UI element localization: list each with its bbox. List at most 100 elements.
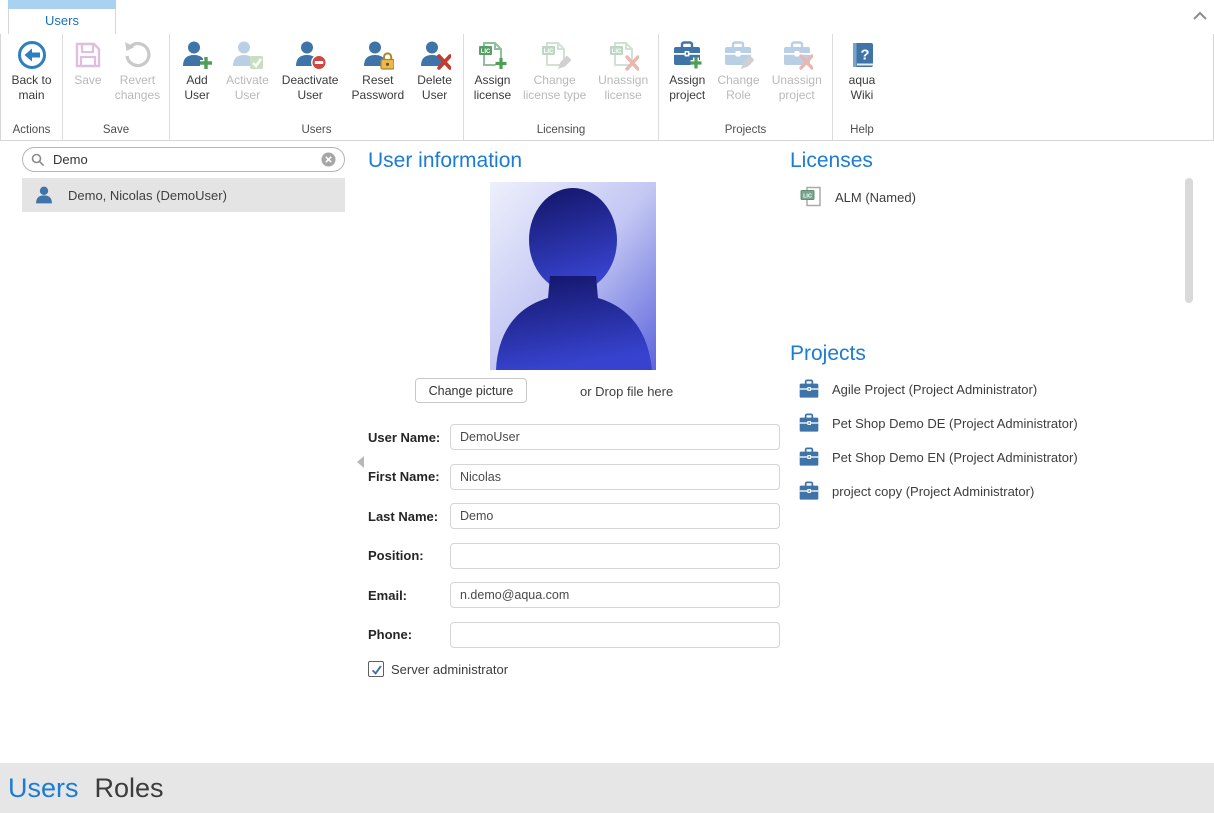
back-icon xyxy=(16,39,48,71)
group-label-users: Users xyxy=(170,124,463,140)
tab-users-label: Users xyxy=(9,9,115,33)
delete-user-button[interactable]: DeleteUser xyxy=(415,39,454,102)
bottom-tab-roles[interactable]: Roles xyxy=(95,773,164,804)
assign-license-icon: LIC xyxy=(476,39,508,71)
activate-user-button: ActivateUser xyxy=(224,39,271,102)
reset-password-button[interactable]: ResetPassword xyxy=(350,39,407,102)
svg-text:LIC: LIC xyxy=(803,193,812,199)
search-input[interactable] xyxy=(51,151,321,168)
projects-title: Projects xyxy=(790,342,866,366)
project-icon xyxy=(798,413,820,433)
user-list-item-label: Demo, Nicolas (DemoUser) xyxy=(68,188,227,203)
project-item-label: project copy (Project Administrator) xyxy=(832,484,1034,499)
group-label-actions: Actions xyxy=(1,124,62,140)
user-search-box xyxy=(22,147,345,172)
drop-file-hint: or Drop file here xyxy=(580,384,673,399)
user-information-title: User information xyxy=(368,149,522,173)
project-item-label: Pet Shop Demo DE (Project Administrator) xyxy=(832,416,1078,431)
email-label: Email: xyxy=(368,588,450,603)
project-item-label: Agile Project (Project Administrator) xyxy=(832,382,1037,397)
unassign-license-icon: LIC xyxy=(607,39,639,71)
last-name-label: Last Name: xyxy=(368,509,450,524)
position-label: Position: xyxy=(368,548,450,563)
ribbon-group-licensing: LIC Assignlicense LIC xyxy=(464,34,659,140)
aqua-wiki-icon: ? xyxy=(846,39,878,71)
change-role-icon xyxy=(722,39,754,71)
back-to-main-button[interactable]: Back tomain xyxy=(9,39,53,102)
save-button: Save xyxy=(70,39,106,88)
checkmark-icon xyxy=(370,663,383,676)
collapse-ribbon-icon[interactable] xyxy=(1193,11,1207,20)
project-item-label: Pet Shop Demo EN (Project Administrator) xyxy=(832,450,1078,465)
revert-changes-button: Revertchanges xyxy=(113,39,162,102)
delete-user-icon xyxy=(419,39,451,71)
group-label-projects: Projects xyxy=(659,124,832,140)
first-name-input[interactable] xyxy=(450,464,780,490)
assign-license-button[interactable]: LIC Assignlicense xyxy=(472,39,513,102)
license-list-item[interactable]: LIC ALM (Named) xyxy=(800,185,916,209)
add-user-button[interactable]: AddUser xyxy=(179,39,215,102)
first-name-label: First Name: xyxy=(368,469,450,484)
clear-search-icon[interactable] xyxy=(321,152,336,167)
project-icon xyxy=(798,481,820,501)
ribbon: Back tomain Actions Save xyxy=(0,33,1214,141)
ribbon-group-users: AddUser ActivateUser xyxy=(170,34,464,140)
deactivate-user-button[interactable]: DeactivateUser xyxy=(280,39,341,102)
ribbon-group-save: Save Revertchanges Save xyxy=(63,34,170,140)
assign-project-button[interactable]: Assignproject xyxy=(667,39,707,102)
license-icon: LIC xyxy=(800,185,822,209)
change-license-type-button: LIC Changelicense type xyxy=(521,39,588,102)
user-list-item[interactable]: Demo, Nicolas (DemoUser) xyxy=(22,178,345,212)
unassign-license-button: LIC Unassignlicense xyxy=(596,39,650,102)
change-role-button: ChangeRole xyxy=(715,39,761,102)
change-picture-button[interactable]: Change picture xyxy=(415,378,527,403)
position-input[interactable] xyxy=(450,543,780,569)
add-user-icon xyxy=(181,39,213,71)
project-list-item[interactable]: Pet Shop Demo EN (Project Administrator) xyxy=(798,447,1078,467)
revert-icon xyxy=(121,39,153,71)
svg-text:LIC: LIC xyxy=(612,49,622,55)
assign-project-icon xyxy=(671,39,703,71)
email-input[interactable] xyxy=(450,582,780,608)
group-label-licensing: Licensing xyxy=(464,124,658,140)
ribbon-group-projects: Assignproject ChangeRole xyxy=(659,34,833,140)
ribbon-tabstrip: Users xyxy=(0,0,1214,34)
svg-text:LIC: LIC xyxy=(543,49,553,55)
phone-label: Phone: xyxy=(368,627,450,642)
ribbon-group-actions: Back tomain Actions xyxy=(1,34,63,140)
project-list-item[interactable]: Pet Shop Demo DE (Project Administrator) xyxy=(798,413,1078,433)
ribbon-group-help: ? aquaWiki Help xyxy=(833,34,891,140)
svg-text:LIC: LIC xyxy=(481,49,491,55)
last-name-input[interactable] xyxy=(450,503,780,529)
save-icon xyxy=(72,39,104,71)
user-name-input[interactable] xyxy=(450,424,780,450)
project-icon xyxy=(798,447,820,467)
change-license-type-icon: LIC xyxy=(539,39,571,71)
phone-input[interactable] xyxy=(450,622,780,648)
server-administrator-checkbox[interactable] xyxy=(368,661,384,677)
search-icon xyxy=(31,153,45,167)
reset-password-icon xyxy=(362,39,394,71)
aqua-wiki-button[interactable]: ? aquaWiki xyxy=(844,39,880,102)
user-form: User Name: First Name: Last Name: Positi… xyxy=(368,424,780,677)
license-item-label: ALM (Named) xyxy=(835,190,916,205)
group-label-help: Help xyxy=(833,124,891,140)
active-tab-indicator xyxy=(8,0,116,9)
deactivate-user-icon xyxy=(294,39,326,71)
server-administrator-label: Server administrator xyxy=(391,662,508,677)
activate-user-icon xyxy=(231,39,263,71)
project-list-item[interactable]: Agile Project (Project Administrator) xyxy=(798,379,1078,399)
user-avatar[interactable] xyxy=(490,182,656,370)
licenses-title: Licenses xyxy=(790,149,873,173)
collapse-panel-arrow[interactable] xyxy=(357,456,364,468)
tab-users[interactable]: Users xyxy=(8,0,116,34)
projects-list: Agile Project (Project Administrator) Pe… xyxy=(798,379,1078,515)
app-window: Users Back tomain Actions xyxy=(0,0,1214,813)
svg-text:?: ? xyxy=(860,47,869,64)
licenses-scrollbar-thumb[interactable] xyxy=(1185,178,1193,303)
project-list-item[interactable]: project copy (Project Administrator) xyxy=(798,481,1078,501)
bottom-tab-users[interactable]: Users xyxy=(8,773,79,804)
user-name-label: User Name: xyxy=(368,430,450,445)
user-icon xyxy=(34,185,54,205)
unassign-project-button: Unassignproject xyxy=(770,39,824,102)
